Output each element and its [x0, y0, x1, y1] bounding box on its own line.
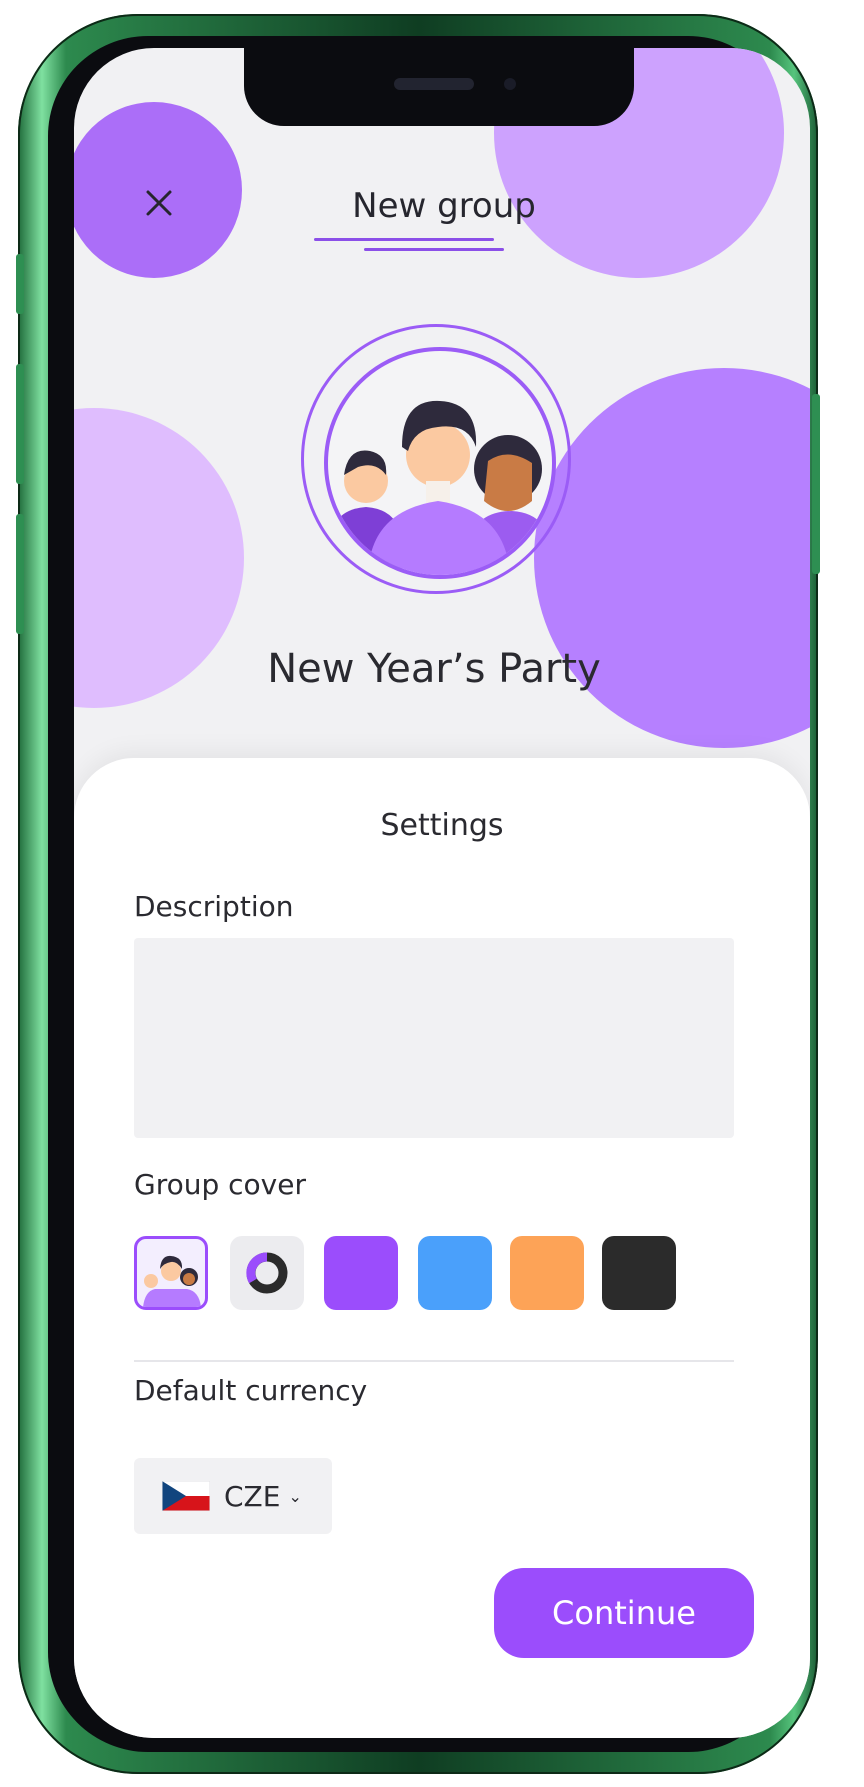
- settings-title: Settings: [380, 808, 504, 843]
- cover-option-people[interactable]: [134, 1236, 208, 1310]
- description-label: Description: [134, 890, 294, 923]
- cover-option-black[interactable]: [602, 1236, 676, 1310]
- divider: [134, 1360, 734, 1362]
- speaker: [394, 78, 474, 90]
- close-icon: [146, 190, 172, 216]
- title-underline: [364, 248, 504, 251]
- currency-value: CZE: [224, 1479, 281, 1513]
- czech-flag-icon: [162, 1481, 210, 1511]
- close-button[interactable]: [132, 176, 186, 230]
- group-people-icon: [143, 1255, 201, 1307]
- description-field[interactable]: [134, 938, 734, 1138]
- mute-switch: [16, 254, 24, 314]
- chevron-down-icon: ⌄: [288, 1486, 302, 1506]
- cover-option-orange[interactable]: [510, 1236, 584, 1310]
- currency-select[interactable]: CZE ⌄: [134, 1458, 332, 1534]
- continue-button[interactable]: Continue: [494, 1568, 754, 1658]
- cover-option-donut[interactable]: [230, 1236, 304, 1310]
- cover-option-purple[interactable]: [324, 1236, 398, 1310]
- cover-option-blue[interactable]: [418, 1236, 492, 1310]
- page-title: New group: [352, 186, 536, 226]
- volume-up-button: [16, 364, 24, 484]
- power-button: [812, 394, 820, 574]
- currency-label: Default currency: [134, 1374, 368, 1407]
- volume-down-button: [16, 514, 24, 634]
- notch: [244, 48, 634, 126]
- title-underline: [314, 238, 494, 241]
- group-name[interactable]: New Year’s Party: [174, 646, 694, 692]
- donut-chart-icon: [246, 1252, 288, 1294]
- cover-options: [134, 1236, 754, 1316]
- app-screen: New group New Year’s Party Settings Desc…: [74, 48, 810, 1738]
- group-people-icon: [324, 347, 556, 579]
- group-avatar[interactable]: [301, 324, 571, 594]
- group-cover-label: Group cover: [134, 1168, 306, 1201]
- settings-sheet: Settings Description Group cover Default…: [74, 758, 810, 1738]
- camera: [504, 78, 516, 90]
